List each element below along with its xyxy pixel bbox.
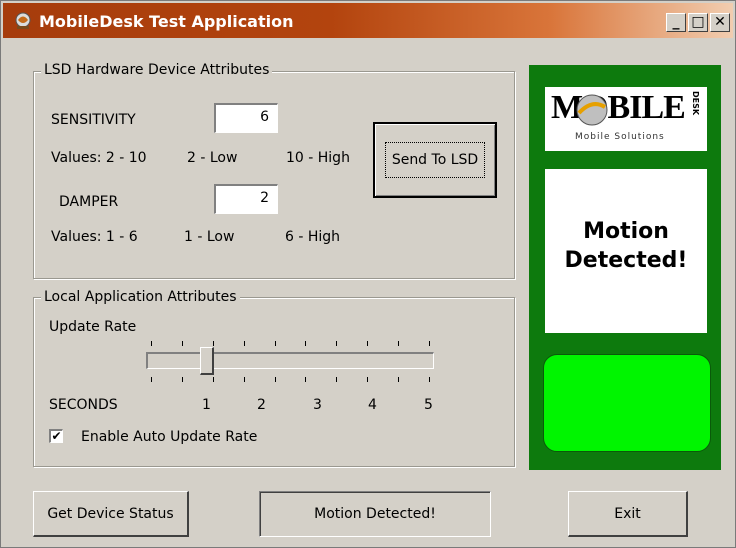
local-group-legend: Local Application Attributes <box>41 289 240 305</box>
status-text-box: Motion Detected! <box>259 491 491 537</box>
mobiledesk-logo: MOBILE DESK Mobile Solutions <box>545 87 707 151</box>
slider-tick <box>151 377 152 382</box>
maximize-button[interactable]: □ <box>688 13 708 32</box>
update-rate-slider-track[interactable] <box>146 352 434 369</box>
motion-line-1: Motion <box>583 219 669 244</box>
slider-tick <box>305 341 306 346</box>
slider-tick <box>305 377 306 382</box>
damper-low-label: 1 - Low <box>184 229 235 245</box>
exit-button[interactable]: Exit <box>568 491 688 537</box>
auto-update-label[interactable]: Enable Auto Update Rate <box>81 429 257 445</box>
slider-tick-label: 5 <box>424 397 433 413</box>
damper-high-label: 6 - High <box>285 229 341 245</box>
check-icon: ✔ <box>51 429 62 443</box>
window-title: MobileDesk Test Application <box>39 12 294 31</box>
minimize-icon: _ <box>672 14 680 30</box>
slider-tick <box>336 341 337 346</box>
seconds-label: SECONDS <box>49 397 118 413</box>
main-window: MobileDesk Test Application _ □ ✕ LSD Ha… <box>0 0 736 548</box>
slider-tick <box>367 377 368 382</box>
slider-tick <box>182 341 183 346</box>
slider-tick <box>244 377 245 382</box>
damper-input[interactable]: 2 <box>214 184 278 214</box>
sensitivity-high-label: 10 - High <box>286 150 350 166</box>
globe-icon <box>576 94 608 126</box>
logo-suffix: DESK <box>691 91 700 116</box>
slider-tick <box>398 377 399 382</box>
slider-tick <box>367 341 368 346</box>
app-icon <box>15 12 31 29</box>
slider-tick <box>429 341 430 346</box>
slider-tick <box>213 341 214 346</box>
slider-tick <box>213 377 214 382</box>
slider-tick <box>429 377 430 382</box>
close-icon: ✕ <box>714 14 726 30</box>
damper-label: DAMPER <box>59 194 119 210</box>
slider-tick <box>336 377 337 382</box>
send-to-lsd-label: Send To LSD <box>384 142 486 178</box>
slider-tick <box>182 377 183 382</box>
maximize-icon: □ <box>691 14 705 30</box>
get-device-status-button[interactable]: Get Device Status <box>33 491 189 537</box>
slider-tick <box>151 341 152 346</box>
sensitivity-range-label: Values: 2 - 10 <box>51 150 147 166</box>
sensitivity-low-label: 2 - Low <box>187 150 238 166</box>
minimize-button[interactable]: _ <box>666 13 686 32</box>
auto-update-checkbox[interactable]: ✔ <box>49 429 63 443</box>
slider-tick <box>275 341 276 346</box>
slider-tick-label: 2 <box>257 397 266 413</box>
update-rate-slider-thumb[interactable] <box>200 347 214 375</box>
get-device-status-label: Get Device Status <box>47 505 174 522</box>
sensitivity-label: SENSITIVITY <box>51 112 136 128</box>
lsd-group-legend: LSD Hardware Device Attributes <box>41 62 273 78</box>
slider-tick-label: 3 <box>313 397 322 413</box>
send-to-lsd-button[interactable]: Send To LSD <box>373 122 497 198</box>
update-rate-label: Update Rate <box>49 319 137 335</box>
title-bar[interactable]: MobileDesk Test Application _ □ ✕ <box>3 3 733 38</box>
slider-tick-label: 4 <box>368 397 377 413</box>
motion-display: Motion Detected! <box>545 169 707 333</box>
sensitivity-input[interactable]: 6 <box>214 103 278 133</box>
logo-text: MOBILE <box>551 89 686 126</box>
slider-tick <box>244 341 245 346</box>
exit-label: Exit <box>614 505 641 522</box>
slider-tick <box>275 377 276 382</box>
motion-indicator <box>543 354 711 452</box>
close-button[interactable]: ✕ <box>710 13 730 32</box>
logo-tagline: Mobile Solutions <box>575 132 665 142</box>
motion-line-2: Detected! <box>564 248 688 273</box>
slider-tick <box>398 341 399 346</box>
status-text: Motion Detected! <box>314 506 436 522</box>
slider-tick-label: 1 <box>202 397 211 413</box>
damper-range-label: Values: 1 - 6 <box>51 229 138 245</box>
